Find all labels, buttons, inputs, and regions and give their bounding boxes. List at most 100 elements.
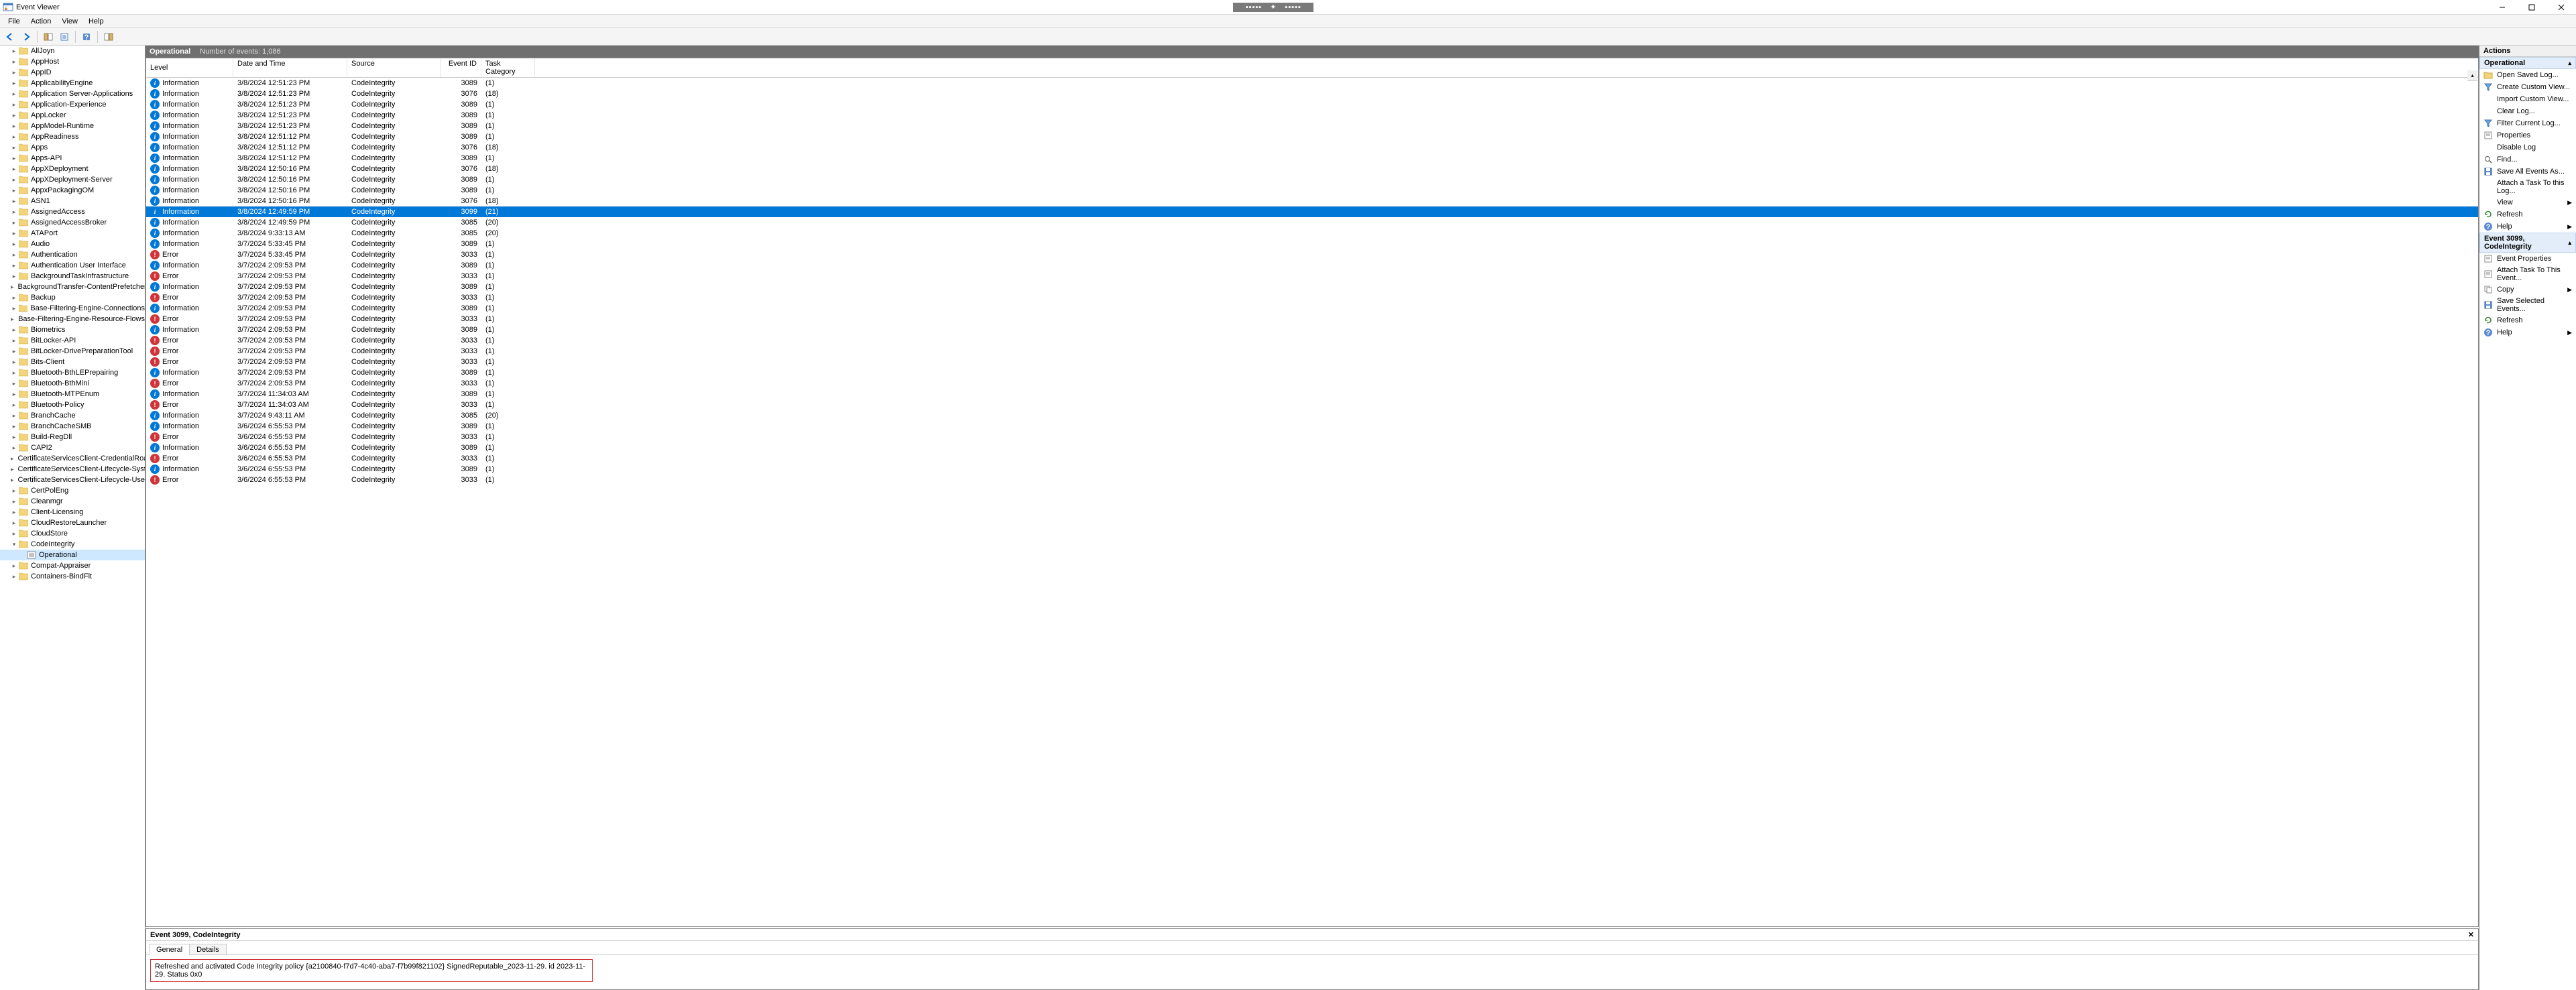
expand-icon[interactable]: ▸ — [11, 305, 17, 312]
tree-item[interactable]: ▸AppHost — [0, 56, 145, 67]
expand-icon[interactable]: ▸ — [11, 316, 14, 323]
minimize-button[interactable] — [2487, 0, 2517, 15]
expand-icon[interactable]: ▸ — [11, 519, 17, 527]
tree-item[interactable]: ▸ApplicabilityEngine — [0, 78, 145, 88]
table-row[interactable]: Error3/7/2024 11:34:03 AMCodeIntegrity30… — [146, 399, 2478, 410]
expand-icon[interactable]: ▸ — [11, 509, 17, 516]
expand-icon[interactable]: ▸ — [11, 337, 17, 345]
table-row[interactable]: Information3/8/2024 12:50:16 PMCodeInteg… — [146, 196, 2478, 206]
table-row[interactable]: Error3/7/2024 2:09:53 PMCodeIntegrity303… — [146, 271, 2478, 282]
expand-icon[interactable]: ▸ — [11, 262, 17, 269]
table-row[interactable]: Information3/7/2024 5:33:45 PMCodeIntegr… — [146, 239, 2478, 249]
expand-icon[interactable]: ▸ — [11, 48, 17, 55]
expand-icon[interactable]: ▸ — [11, 90, 17, 98]
table-row[interactable]: Error3/6/2024 6:55:53 PMCodeIntegrity303… — [146, 432, 2478, 442]
col-date-header[interactable]: Date and Time — [233, 58, 347, 77]
expand-icon[interactable]: ▸ — [11, 369, 17, 377]
expand-icon[interactable]: ▸ — [11, 348, 17, 355]
tree-item[interactable]: ▸AppReadiness — [0, 131, 145, 142]
tree-item[interactable]: ▸Application-Experience — [0, 99, 145, 110]
tree-item[interactable]: ▸Bluetooth-MTPEnum — [0, 389, 145, 399]
action-item[interactable]: ?Help▶ — [2479, 221, 2576, 233]
expand-icon[interactable]: ▸ — [11, 166, 17, 173]
tree-item[interactable]: ▸BranchCache — [0, 410, 145, 421]
table-row[interactable]: Error3/7/2024 2:09:53 PMCodeIntegrity303… — [146, 292, 2478, 303]
expand-icon[interactable]: ▸ — [11, 219, 17, 227]
forward-button[interactable] — [19, 29, 34, 44]
expand-icon[interactable]: ▸ — [11, 466, 14, 473]
tree-item[interactable]: ▸CertificateServicesClient-Lifecycle-Use… — [0, 475, 145, 485]
tree-item[interactable]: ▸Bluetooth-Policy — [0, 399, 145, 410]
action-item[interactable]: Disable Log — [2479, 141, 2576, 153]
help-button[interactable]: ? — [79, 29, 94, 44]
tree-item[interactable]: ▸Backup — [0, 292, 145, 303]
tree-item[interactable]: ▸ASN1 — [0, 196, 145, 206]
tree-item[interactable]: ▸AppLocker — [0, 110, 145, 121]
expand-icon[interactable]: ▸ — [11, 187, 17, 194]
expand-icon[interactable]: ▸ — [11, 423, 17, 430]
expand-icon[interactable]: ▸ — [11, 477, 14, 484]
table-row[interactable]: Information3/6/2024 6:55:53 PMCodeIntegr… — [146, 421, 2478, 432]
scroll-up-icon[interactable]: ▴ — [2467, 70, 2477, 81]
tree-item[interactable]: ▸Bluetooth-BthMini — [0, 378, 145, 389]
expand-icon[interactable]: ▸ — [11, 573, 17, 580]
tree-item[interactable]: ▸AppXDeployment-Server — [0, 174, 145, 185]
expand-icon[interactable]: ▸ — [11, 80, 17, 87]
table-row[interactable]: Information3/8/2024 12:51:23 PMCodeInteg… — [146, 88, 2478, 99]
expand-icon[interactable]: ▸ — [11, 112, 17, 119]
table-row[interactable]: Error3/7/2024 2:09:53 PMCodeIntegrity303… — [146, 357, 2478, 367]
table-row[interactable]: Information3/7/2024 2:09:53 PMCodeIntegr… — [146, 303, 2478, 314]
expand-icon[interactable]: ▸ — [11, 241, 17, 248]
action-item[interactable]: ?Help▶ — [2479, 326, 2576, 338]
tree-item[interactable]: ▸Build-RegDll — [0, 432, 145, 442]
tree-item[interactable]: ▸Bits-Client — [0, 357, 145, 367]
back-button[interactable] — [3, 29, 17, 44]
expand-icon[interactable]: ▸ — [11, 412, 17, 420]
tree-item[interactable]: ▸Base-Filtering-Engine-Resource-Flows — [0, 314, 145, 324]
action-item[interactable]: Save All Events As... — [2479, 166, 2576, 178]
col-source-header[interactable]: Source — [347, 58, 441, 77]
table-row[interactable]: Information3/7/2024 2:09:53 PMCodeIntegr… — [146, 324, 2478, 335]
table-row[interactable]: Information3/8/2024 12:49:59 PMCodeInteg… — [146, 217, 2478, 228]
collapse-icon[interactable]: ▾ — [11, 541, 17, 548]
menu-view[interactable]: View — [56, 16, 83, 27]
menu-file[interactable]: File — [3, 16, 25, 27]
tree-item[interactable]: ▸Base-Filtering-Engine-Connections — [0, 303, 145, 314]
expand-icon[interactable]: ▸ — [11, 562, 17, 570]
tree-item[interactable]: ▸CloudRestoreLauncher — [0, 517, 145, 528]
expand-icon[interactable]: ▸ — [11, 326, 17, 334]
table-row[interactable]: Information3/6/2024 6:55:53 PMCodeIntegr… — [146, 464, 2478, 475]
tree-item[interactable]: ▸BranchCacheSMB — [0, 421, 145, 432]
action-item[interactable]: Filter Current Log... — [2479, 117, 2576, 129]
table-row[interactable]: Information3/8/2024 12:51:23 PMCodeInteg… — [146, 78, 2478, 88]
expand-icon[interactable]: ▸ — [11, 434, 17, 441]
tree-item[interactable]: ▸Audio — [0, 239, 145, 249]
expand-icon[interactable]: ▸ — [11, 284, 14, 291]
expand-icon[interactable]: ▸ — [11, 359, 17, 366]
table-row[interactable]: Error3/7/2024 2:09:53 PMCodeIntegrity303… — [146, 378, 2478, 389]
expand-icon[interactable]: ▸ — [11, 380, 17, 387]
tree-item[interactable]: ▸Apps — [0, 142, 145, 153]
action-item[interactable]: Refresh — [2479, 314, 2576, 326]
close-button[interactable] — [2546, 0, 2576, 15]
tree-item[interactable]: Operational — [0, 550, 145, 560]
tree-item[interactable]: ▸Containers-BindFlt — [0, 571, 145, 582]
titlebar-center-widget[interactable]: ▪▪▪▪▪✦▪▪▪▪▪ — [1233, 3, 1313, 12]
table-row[interactable]: Information3/6/2024 6:55:53 PMCodeIntegr… — [146, 442, 2478, 453]
expand-icon[interactable]: ▸ — [11, 133, 17, 141]
detail-close-button[interactable]: ✕ — [2468, 930, 2474, 939]
table-row[interactable]: Error3/7/2024 2:09:53 PMCodeIntegrity303… — [146, 346, 2478, 357]
action-item[interactable]: Attach a Task To this Log... — [2479, 178, 2576, 196]
tree-item[interactable]: ▸ATAPort — [0, 228, 145, 239]
tree-item[interactable]: ▸CAPI2 — [0, 442, 145, 453]
expand-icon[interactable]: ▸ — [11, 498, 17, 505]
action-item[interactable]: Event Properties — [2479, 253, 2576, 265]
expand-icon[interactable]: ▸ — [11, 530, 17, 538]
tree-item[interactable]: ▸Cleanmgr — [0, 496, 145, 507]
tree-item[interactable]: ▸AppXDeployment — [0, 164, 145, 174]
table-row[interactable]: Information3/8/2024 12:51:23 PMCodeInteg… — [146, 110, 2478, 121]
table-row[interactable]: Error3/7/2024 2:09:53 PMCodeIntegrity303… — [146, 314, 2478, 324]
expand-icon[interactable]: ▸ — [11, 198, 17, 205]
table-row[interactable]: Information3/7/2024 11:34:03 AMCodeInteg… — [146, 389, 2478, 399]
collapse-icon[interactable]: ▴ — [2568, 60, 2571, 67]
